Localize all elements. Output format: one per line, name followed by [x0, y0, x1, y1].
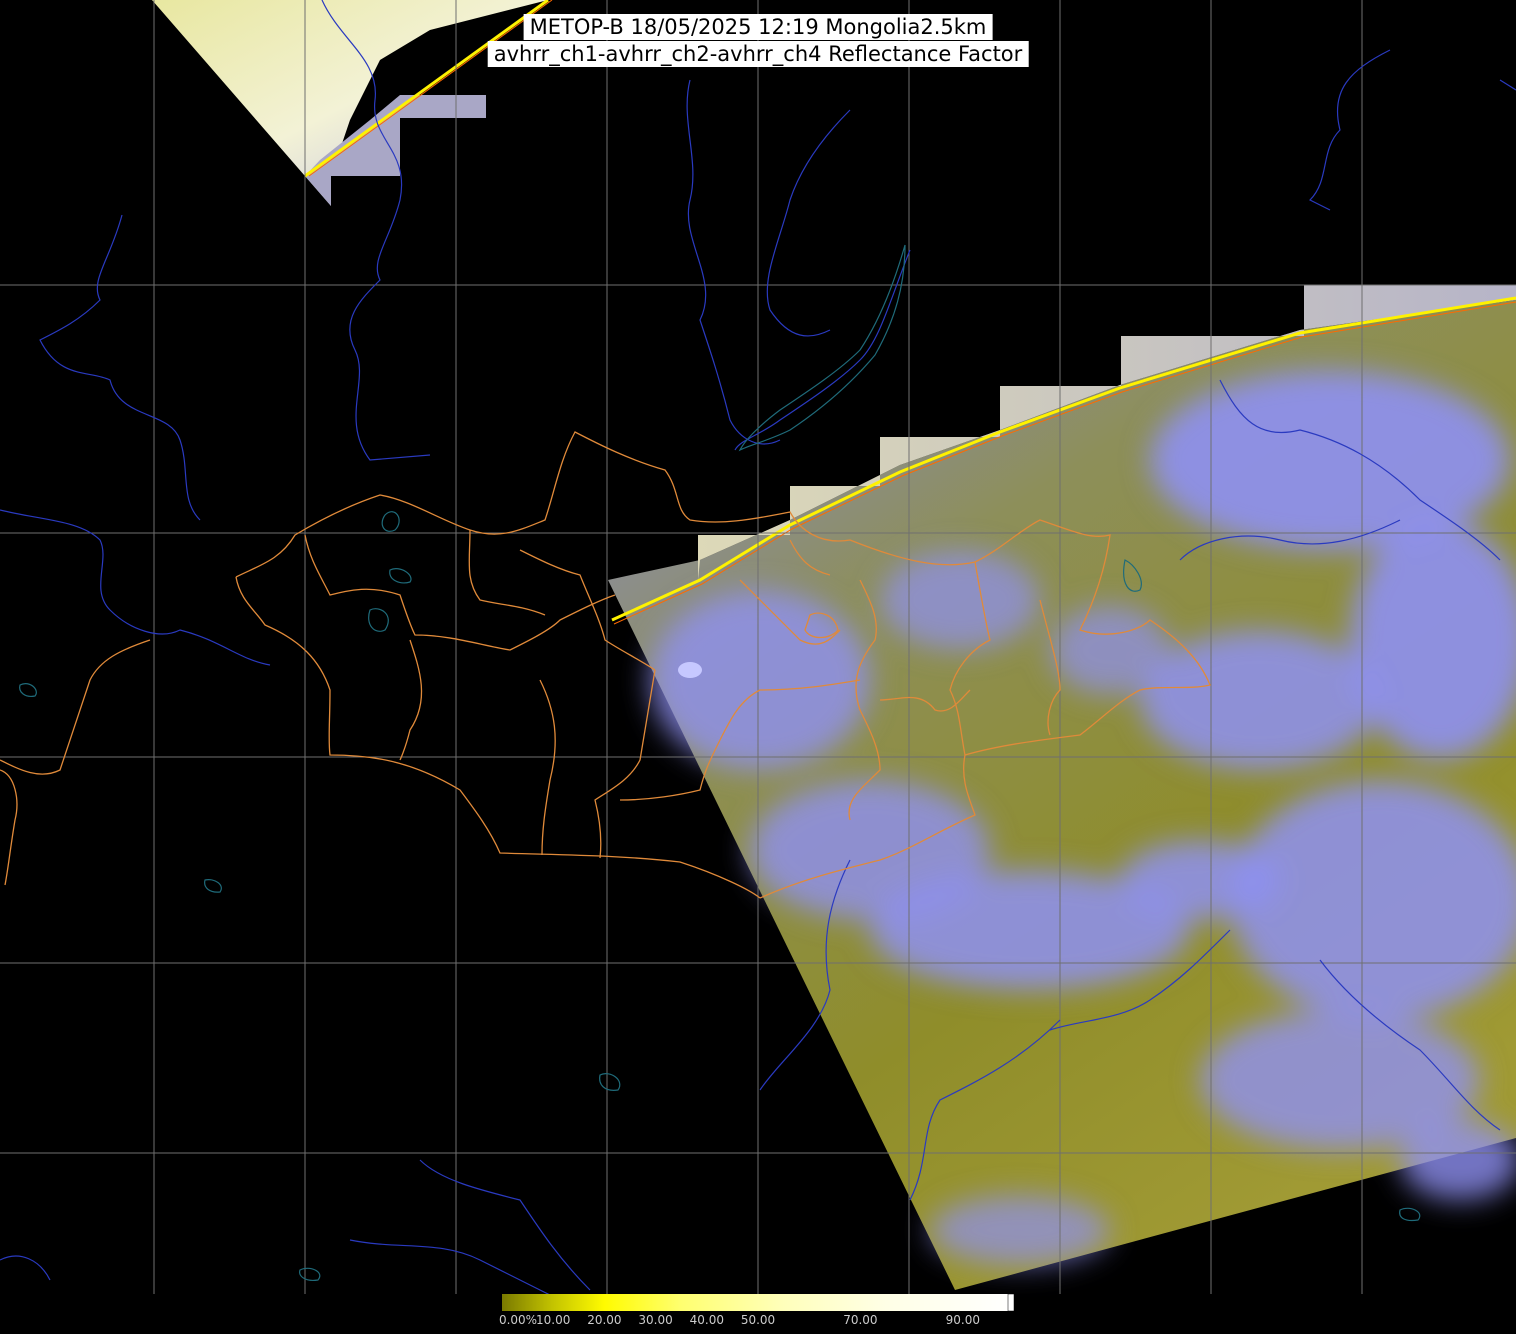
colorbar-tick-label: 10.00 [536, 1313, 571, 1327]
colorbar-tick-label: 90.00 [945, 1313, 980, 1327]
colorbar-tick-label: 40.00 [689, 1313, 724, 1327]
swath-fragment-north [152, 0, 553, 206]
colorbar-tick-label: 70.00 [843, 1313, 878, 1327]
colorbar [502, 1294, 1014, 1311]
colorbar-tick-label: 0.00% [498, 1313, 538, 1327]
map-title-line-2: avhrr_ch1-avhrr_ch2-avhrr_ch4 Reflectanc… [487, 41, 1029, 67]
colorbar-gradient [502, 1294, 1014, 1311]
swath-main [608, 285, 1516, 1290]
colorbar-tick-label: 30.00 [638, 1313, 673, 1327]
colorbar-tick-label: 20.00 [587, 1313, 622, 1327]
map-title-line-1: METOP-B 18/05/2025 12:19 Mongolia2.5km [523, 14, 993, 40]
satellite-map [0, 0, 1516, 1301]
colorbar-tick-label: 50.00 [740, 1313, 776, 1327]
